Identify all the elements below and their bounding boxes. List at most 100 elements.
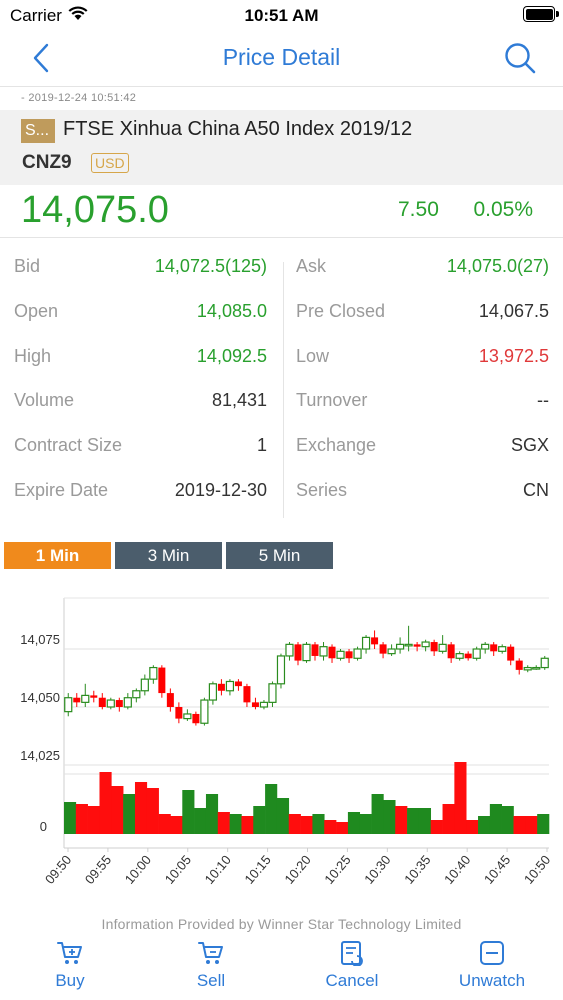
sell-button[interactable]: Sell	[151, 936, 271, 991]
y-tick-label: 14,025	[20, 748, 60, 763]
candle-body	[345, 651, 353, 659]
candle-body	[73, 697, 81, 703]
stat-value: 14,067.5	[478, 301, 549, 321]
volume-bar	[75, 804, 88, 834]
volume-bar	[466, 820, 479, 834]
y-tick-label: 0	[40, 819, 47, 834]
currency-badge: USD	[91, 153, 129, 173]
cart-buy-icon	[57, 942, 82, 964]
x-tick-label: 10:20	[281, 852, 313, 887]
volume-bar	[430, 820, 443, 834]
candle-body	[251, 702, 259, 707]
candle-body	[447, 644, 455, 659]
candle-body	[285, 643, 294, 657]
stat-label: Exchange	[296, 435, 377, 455]
candle-body	[132, 690, 141, 699]
candle-body	[361, 636, 371, 650]
product-header: S... FTSE Xinhua China A50 Index 2019/12…	[0, 110, 563, 185]
buy-label: Buy	[55, 971, 85, 990]
y-tick-label: 14,075	[20, 632, 60, 647]
x-tick-label: 10:35	[401, 852, 433, 887]
status-bar: Carrier 10:51 AM	[0, 0, 563, 30]
volume-bar	[395, 806, 408, 834]
buy-button[interactable]: Buy	[10, 936, 130, 991]
tab-5-min[interactable]: 5 Min	[226, 542, 333, 569]
x-tick-label: 10:30	[361, 852, 393, 887]
page-title: Price Detail	[222, 44, 341, 70]
candle-body	[90, 695, 98, 698]
volume-bar	[276, 798, 290, 834]
volume-bar	[383, 800, 396, 834]
candle-body	[421, 641, 430, 648]
candle-body	[498, 646, 507, 652]
candle-body	[490, 644, 498, 652]
volume-bar	[134, 782, 148, 834]
volume-bar	[217, 812, 230, 834]
stat-value: CN	[523, 480, 549, 500]
price-change-percent: 0.05%	[473, 198, 533, 221]
volume-bar	[265, 784, 278, 834]
candle-body	[234, 681, 242, 687]
candle-body	[225, 680, 235, 692]
volume-bar	[288, 814, 301, 834]
sell-label: Sell	[196, 971, 226, 990]
volume-bar	[324, 820, 337, 834]
candle-body	[395, 643, 405, 650]
volume-bar	[182, 790, 195, 834]
unwatch-button[interactable]: Unwatch	[432, 936, 552, 991]
stat-ask: Ask 14,075.0(27)	[0, 256, 563, 301]
search-icon[interactable]	[503, 41, 537, 75]
x-tick-label: 10:50	[521, 852, 553, 887]
volume-bar	[170, 816, 183, 834]
volume-bar	[111, 786, 124, 834]
stat-label: Low	[296, 346, 330, 366]
candle-body	[532, 666, 541, 670]
price-change: 7.50	[398, 198, 439, 221]
last-price: 14,075.0	[21, 189, 169, 231]
x-tick-label: 10:10	[202, 852, 234, 887]
volume-bar	[442, 804, 455, 834]
candle-body	[302, 643, 311, 662]
price-chart[interactable]: 14,07514,05014,025009:50 09:55 10:00 10:05 1…	[0, 590, 563, 910]
volume-bar	[99, 772, 112, 834]
stat-label: Series	[296, 480, 348, 500]
cancel-button[interactable]: Cancel	[292, 936, 412, 991]
volume-bar	[407, 808, 420, 834]
action-bar: Buy Sell Cancel Unwatch	[0, 936, 563, 1000]
candle-body	[481, 643, 490, 650]
volume-bar	[146, 788, 159, 834]
volume-bar	[513, 816, 526, 834]
stat-series: Series CN	[0, 480, 563, 525]
stat-low: Low 13,972.5	[0, 346, 563, 391]
stat-label: Turnover	[296, 390, 368, 410]
candle-body	[336, 650, 345, 659]
candle-body	[158, 667, 166, 694]
candle-body	[294, 644, 302, 661]
candle-body	[379, 644, 387, 654]
cancel-label: Cancel	[325, 971, 379, 990]
volume-bar	[194, 808, 207, 834]
product-code: CNZ9	[22, 152, 72, 173]
volume-bar	[253, 806, 266, 834]
tab-1-min[interactable]: 1 Min	[4, 542, 111, 569]
volume-bar	[336, 822, 349, 834]
nav-bar: Price Detail	[0, 30, 563, 87]
volume-bar	[123, 794, 136, 834]
candle-body	[175, 707, 183, 719]
battery-cap	[556, 11, 559, 17]
candle-body	[192, 713, 200, 724]
unwatch-icon	[480, 941, 504, 965]
candle-body	[276, 655, 286, 685]
volume-bar	[418, 808, 432, 834]
tab-3-min[interactable]: 3 Min	[115, 542, 222, 569]
candle-body	[200, 699, 209, 724]
product-type-tag: S...	[21, 119, 55, 143]
x-tick-label: 10:40	[441, 852, 473, 887]
candle-body	[371, 637, 379, 645]
candle-body	[311, 644, 319, 656]
candle-body	[404, 643, 413, 647]
candle-body	[81, 694, 90, 703]
candle-body	[319, 646, 328, 657]
candle-body	[523, 666, 532, 671]
volume-bar	[300, 816, 313, 834]
